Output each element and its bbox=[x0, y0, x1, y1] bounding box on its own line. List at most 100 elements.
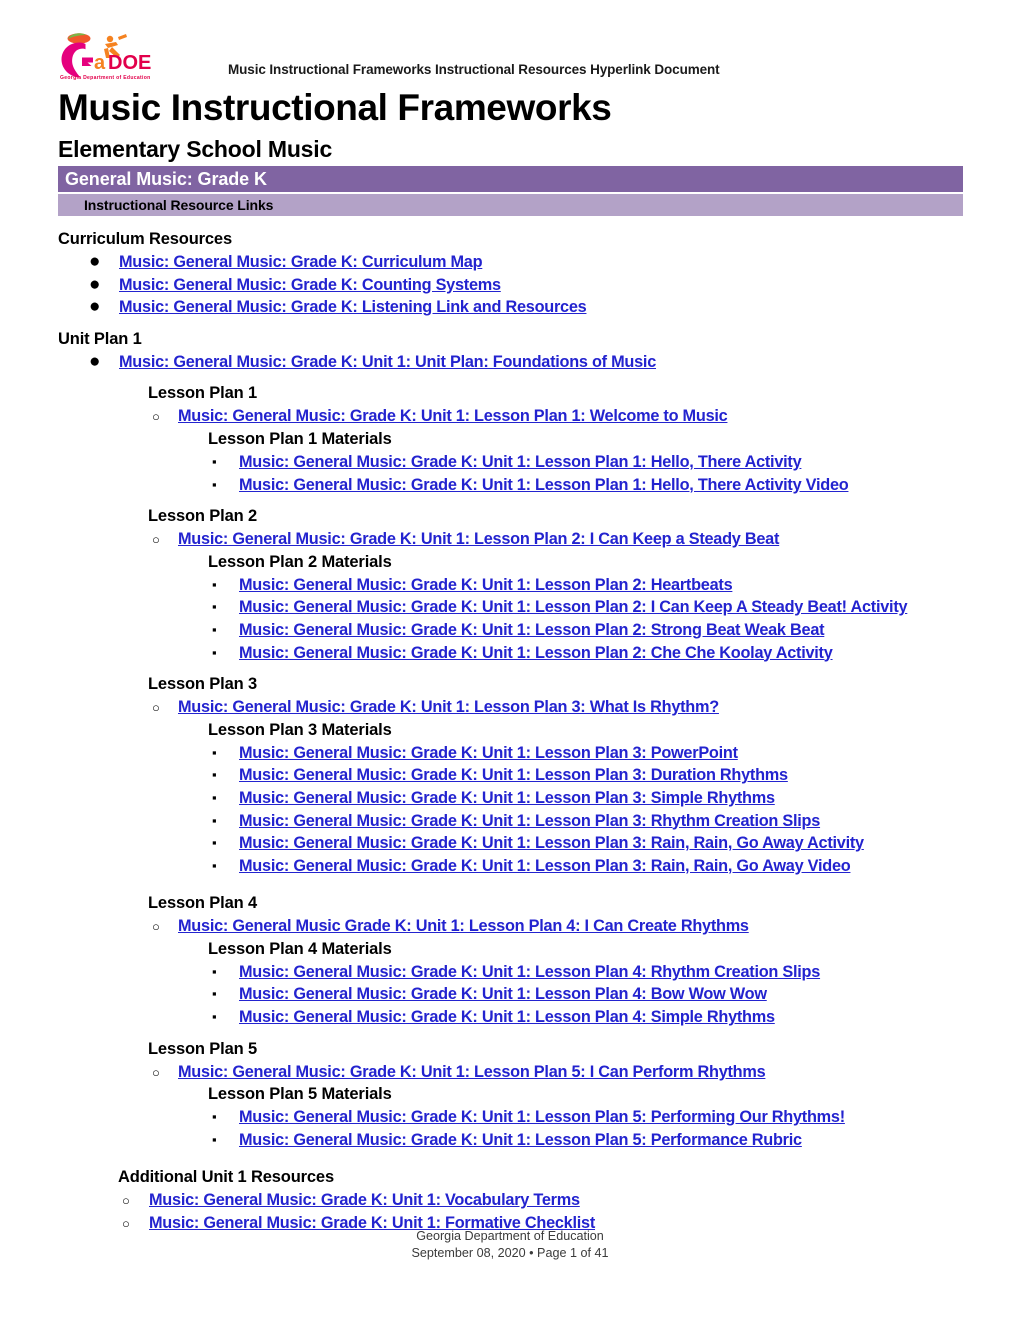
page-footer: Georgia Department of Education Septembe… bbox=[0, 1228, 1020, 1262]
material-link[interactable]: Music: General Music: Grade K: Unit 1: L… bbox=[239, 857, 851, 875]
heading-additional-unit-1-resources: Additional Unit 1 Resources bbox=[118, 1168, 334, 1187]
heading-lesson-plan-2: Lesson Plan 2 bbox=[148, 507, 258, 526]
material-link[interactable]: Music: General Music: Grade K: Unit 1: L… bbox=[239, 1131, 802, 1149]
circle-bullet-icon: ○ bbox=[152, 532, 160, 548]
list-item: ▪ Music: General Music: Grade K: Unit 1:… bbox=[0, 574, 1020, 597]
svg-text:a: a bbox=[94, 52, 106, 74]
lesson-plan-link[interactable]: Music: General Music: Grade K: Unit 1: L… bbox=[178, 698, 719, 716]
lesson-plan-link[interactable]: Music: General Music: Grade K: Unit 1: L… bbox=[178, 1063, 766, 1081]
square-bullet-icon: ▪ bbox=[212, 767, 217, 783]
running-header: Music Instructional Frameworks Instructi… bbox=[228, 62, 720, 77]
square-bullet-icon: ▪ bbox=[212, 621, 217, 637]
material-link[interactable]: Music: General Music: Grade K: Unit 1: L… bbox=[239, 812, 820, 830]
list-item: ○ Music: General Music: Grade K: Unit 1:… bbox=[0, 528, 1020, 551]
circle-bullet-icon: ○ bbox=[152, 700, 160, 716]
material-link[interactable]: Music: General Music: Grade K: Unit 1: L… bbox=[239, 789, 775, 807]
heading-lesson-plan-3-materials: Lesson Plan 3 Materials bbox=[208, 720, 392, 739]
circle-bullet-icon: ○ bbox=[152, 409, 160, 425]
square-bullet-icon: ▪ bbox=[212, 599, 217, 615]
heading-lesson-plan-4: Lesson Plan 4 bbox=[148, 894, 258, 913]
heading-unit-plan-1: Unit Plan 1 bbox=[58, 329, 142, 348]
list-item: ● Music: General Music: Grade K: Unit 1:… bbox=[0, 351, 1020, 374]
material-link[interactable]: Music: General Music: Grade K: Unit 1: L… bbox=[239, 644, 833, 662]
material-link[interactable]: Music: General Music: Grade K: Unit 1: L… bbox=[239, 963, 820, 981]
list-item: ○ Music: General Music: Grade K: Unit 1:… bbox=[0, 696, 1020, 719]
circle-bullet-icon: ○ bbox=[152, 919, 160, 935]
square-bullet-icon: ▪ bbox=[212, 812, 217, 828]
material-link[interactable]: Music: General Music: Grade K: Unit 1: L… bbox=[239, 985, 767, 1003]
material-link[interactable]: Music: General Music: Grade K: Unit 1: L… bbox=[239, 621, 825, 639]
list-item: ▪ Music: General Music: Grade K: Unit 1:… bbox=[0, 810, 1020, 833]
square-bullet-icon: ▪ bbox=[212, 963, 217, 979]
material-link[interactable]: Music: General Music: Grade K: Unit 1: L… bbox=[239, 744, 738, 762]
list-item: ▪ Music: General Music: Grade K: Unit 1:… bbox=[0, 742, 1020, 765]
lesson-plan-link[interactable]: Music: General Music Grade K: Unit 1: Le… bbox=[178, 917, 749, 935]
material-link[interactable]: Music: General Music: Grade K: Unit 1: L… bbox=[239, 834, 864, 852]
list-item: ▪ Music: General Music: Grade K: Unit 1:… bbox=[0, 961, 1020, 984]
list-item: ▪ Music: General Music: Grade K: Unit 1:… bbox=[0, 1106, 1020, 1129]
circle-bullet-icon: ○ bbox=[122, 1193, 130, 1209]
heading-lesson-plan-1: Lesson Plan 1 bbox=[148, 384, 258, 403]
page-subtitle: Elementary School Music bbox=[58, 136, 333, 162]
footer-org: Georgia Department of Education bbox=[416, 1229, 604, 1243]
square-bullet-icon: ▪ bbox=[212, 644, 217, 660]
heading-lesson-plan-5: Lesson Plan 5 bbox=[148, 1039, 258, 1058]
gadoe-logo: a DOE Georgia Department of Education bbox=[58, 32, 154, 82]
resource-link[interactable]: Music: General Music: Grade K: Counting … bbox=[119, 276, 501, 294]
list-item: ▪ Music: General Music: Grade K: Unit 1:… bbox=[0, 596, 1020, 619]
circle-bullet-icon: ○ bbox=[152, 1064, 160, 1080]
list-item: ○ Music: General Music: Grade K: Unit 1:… bbox=[0, 1189, 1020, 1212]
material-link[interactable]: Music: General Music: Grade K: Unit 1: L… bbox=[239, 1108, 845, 1126]
square-bullet-icon: ▪ bbox=[212, 835, 217, 851]
material-link[interactable]: Music: General Music: Grade K: Unit 1: L… bbox=[239, 476, 849, 494]
heading-curriculum-resources: Curriculum Resources bbox=[58, 230, 232, 248]
document-page: a DOE Georgia Department of Education Mu… bbox=[0, 0, 1020, 1320]
disc-bullet-icon: ● bbox=[89, 350, 101, 372]
square-bullet-icon: ▪ bbox=[212, 576, 217, 592]
material-link[interactable]: Music: General Music: Grade K: Unit 1: L… bbox=[239, 598, 908, 616]
list-item: ▪ Music: General Music: Grade K: Unit 1:… bbox=[0, 619, 1020, 642]
additional-resource-link[interactable]: Music: General Music: Grade K: Unit 1: V… bbox=[149, 1191, 580, 1209]
resource-link[interactable]: Music: General Music: Grade K: Listening… bbox=[119, 298, 587, 316]
resource-link[interactable]: Music: General Music: Grade K: Curriculu… bbox=[119, 253, 483, 271]
material-link[interactable]: Music: General Music: Grade K: Unit 1: L… bbox=[239, 766, 788, 784]
square-bullet-icon: ▪ bbox=[212, 744, 217, 760]
list-item: ▪ Music: General Music: Grade K: Unit 1:… bbox=[0, 855, 1020, 878]
footer-date-page: September 08, 2020 • Page 1 of 41 bbox=[411, 1246, 609, 1260]
square-bullet-icon: ▪ bbox=[212, 1109, 217, 1125]
list-item: ▪ Music: General Music: Grade K: Unit 1:… bbox=[0, 983, 1020, 1006]
list-item: ● Music: General Music: Grade K: Countin… bbox=[0, 274, 1020, 297]
lesson-plan-link[interactable]: Music: General Music: Grade K: Unit 1: L… bbox=[178, 407, 728, 425]
grade-band: General Music: Grade K bbox=[58, 166, 963, 192]
material-link[interactable]: Music: General Music: Grade K: Unit 1: L… bbox=[239, 453, 802, 471]
list-item: ○ Music: General Music: Grade K: Unit 1:… bbox=[0, 1061, 1020, 1084]
masthead: a DOE Georgia Department of Education Mu… bbox=[0, 0, 1020, 81]
list-item: ● Music: General Music: Grade K: Curricu… bbox=[0, 251, 1020, 274]
list-item: ● Music: General Music: Grade K: Listeni… bbox=[0, 296, 1020, 319]
list-item: ▪ Music: General Music: Grade K: Unit 1:… bbox=[0, 764, 1020, 787]
heading-lesson-plan-2-materials: Lesson Plan 2 Materials bbox=[208, 552, 392, 571]
material-link[interactable]: Music: General Music: Grade K: Unit 1: L… bbox=[239, 1008, 775, 1026]
lesson-plan-link[interactable]: Music: General Music: Grade K: Unit 1: L… bbox=[178, 530, 779, 548]
disc-bullet-icon: ● bbox=[89, 251, 101, 272]
list-item: ▪ Music: General Music: Grade K: Unit 1:… bbox=[0, 1129, 1020, 1152]
heading-lesson-plan-5-materials: Lesson Plan 5 Materials bbox=[208, 1085, 392, 1104]
list-item: ▪ Music: General Music: Grade K: Unit 1:… bbox=[0, 642, 1020, 665]
list-item: ○ Music: General Music Grade K: Unit 1: … bbox=[0, 915, 1020, 938]
heading-lesson-plan-4-materials: Lesson Plan 4 Materials bbox=[208, 939, 392, 958]
material-link[interactable]: Music: General Music: Grade K: Unit 1: L… bbox=[239, 576, 733, 594]
disc-bullet-icon: ● bbox=[89, 296, 101, 318]
heading-lesson-plan-3: Lesson Plan 3 bbox=[148, 675, 258, 694]
square-bullet-icon: ▪ bbox=[212, 857, 217, 873]
square-bullet-icon: ▪ bbox=[212, 789, 217, 805]
square-bullet-icon: ▪ bbox=[212, 986, 217, 1002]
unit-plan-link[interactable]: Music: General Music: Grade K: Unit 1: U… bbox=[119, 353, 656, 371]
disc-bullet-icon: ● bbox=[89, 273, 101, 295]
